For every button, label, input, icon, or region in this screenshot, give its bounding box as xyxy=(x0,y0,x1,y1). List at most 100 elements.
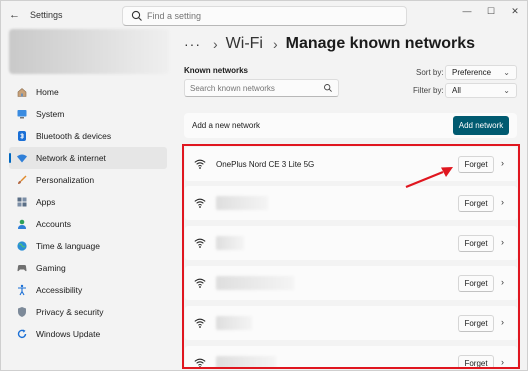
sidebar-item-label: Personalization xyxy=(36,175,95,185)
update-icon xyxy=(16,328,28,340)
sidebar-item-label: Home xyxy=(36,87,59,97)
app-title: Settings xyxy=(30,10,63,20)
sidebar-item-label: Network & internet xyxy=(36,153,106,163)
redacted-network-name xyxy=(216,316,252,330)
breadcrumb-wifi-link[interactable]: Wi-Fi xyxy=(226,35,263,53)
filter-by-dropdown[interactable]: All ⌄ xyxy=(445,83,517,98)
minimize-button[interactable]: — xyxy=(457,4,477,18)
chevron-right-icon: › xyxy=(213,36,218,52)
chevron-right-icon: › xyxy=(272,36,278,52)
search-icon xyxy=(131,10,142,21)
chevron-down-icon: ⌄ xyxy=(503,68,510,77)
breadcrumb: ··· › Wi-Fi › Manage known networks xyxy=(184,33,475,55)
redacted-network-name xyxy=(216,196,268,210)
sidebar-item-label: Gaming xyxy=(36,263,66,273)
forget-button[interactable]: Forget xyxy=(458,275,494,292)
network-row[interactable]: Forget › xyxy=(185,186,517,220)
sidebar-item-label: Privacy & security xyxy=(36,307,104,317)
add-network-button[interactable]: Add network xyxy=(453,116,509,135)
wifi-icon xyxy=(194,358,206,367)
sidebar-item-bluetooth[interactable]: Bluetooth & devices xyxy=(9,125,167,147)
sidebar-item-accessibility[interactable]: Accessibility xyxy=(9,279,167,301)
sidebar-item-home[interactable]: Home xyxy=(9,81,167,103)
known-networks-search-input[interactable] xyxy=(190,82,320,95)
add-network-label: Add a new network xyxy=(192,121,261,130)
gamepad-icon xyxy=(16,262,28,274)
known-networks-list: OnePlus Nord CE 3 Lite 5G Forget › Forge… xyxy=(182,144,520,369)
sort-by-dropdown[interactable]: Preference ⌄ xyxy=(445,65,517,80)
redacted-network-name xyxy=(216,356,276,367)
chevron-right-icon[interactable]: › xyxy=(501,357,504,367)
network-row[interactable]: Forget › xyxy=(185,226,517,260)
filter-by-value: All xyxy=(452,86,461,95)
system-icon xyxy=(16,108,28,120)
bluetooth-icon xyxy=(16,130,28,142)
page-title: Manage known networks xyxy=(285,35,476,52)
settings-search-input[interactable] xyxy=(147,9,397,23)
sidebar-item-label: System xyxy=(36,109,65,119)
network-name: OnePlus Nord CE 3 Lite 5G xyxy=(216,160,315,169)
brush-icon xyxy=(16,174,28,186)
shield-icon xyxy=(16,306,28,318)
sidebar-item-label: Time & language xyxy=(36,241,100,251)
accessibility-icon xyxy=(16,284,28,296)
forget-button[interactable]: Forget xyxy=(458,195,494,212)
active-indicator xyxy=(9,153,11,163)
sidebar-item-label: Bluetooth & devices xyxy=(36,131,112,141)
known-networks-heading: Known networks xyxy=(184,66,249,75)
known-networks-search-box[interactable] xyxy=(184,79,339,97)
user-profile-card[interactable] xyxy=(9,29,169,74)
sidebar-item-personalization[interactable]: Personalization xyxy=(9,169,167,191)
sidebar-nav: Home System Bluetooth & devices Network … xyxy=(9,81,167,345)
sidebar-item-network[interactable]: Network & internet xyxy=(9,147,167,169)
redacted-network-name xyxy=(216,276,294,290)
maximize-button[interactable]: ☐ xyxy=(481,4,501,18)
chevron-right-icon[interactable]: › xyxy=(501,317,504,327)
network-row[interactable]: OnePlus Nord CE 3 Lite 5G Forget › xyxy=(185,147,517,181)
settings-search-box[interactable] xyxy=(122,6,407,26)
sidebar-item-label: Accounts xyxy=(36,219,71,229)
sort-by-value: Preference xyxy=(452,68,492,77)
search-icon xyxy=(324,84,332,92)
redacted-network-name xyxy=(216,236,244,250)
breadcrumb-more-button[interactable]: ··· xyxy=(184,36,201,52)
back-arrow-icon[interactable]: ← xyxy=(9,9,20,21)
sort-by-label: Sort by: xyxy=(416,68,444,77)
sidebar-item-gaming[interactable]: Gaming xyxy=(9,257,167,279)
chevron-right-icon[interactable]: › xyxy=(501,237,504,247)
forget-button[interactable]: Forget xyxy=(458,315,494,332)
sidebar-item-privacy-security[interactable]: Privacy & security xyxy=(9,301,167,323)
sidebar-item-windows-update[interactable]: Windows Update xyxy=(9,323,167,345)
chevron-right-icon[interactable]: › xyxy=(501,197,504,207)
close-button[interactable]: ✕ xyxy=(505,4,525,18)
network-row[interactable]: Forget › xyxy=(185,346,517,367)
globe-icon xyxy=(16,240,28,252)
apps-icon xyxy=(16,196,28,208)
sidebar-item-label: Apps xyxy=(36,197,56,207)
network-icon xyxy=(16,152,28,164)
chevron-right-icon[interactable]: › xyxy=(501,158,504,168)
sidebar-item-system[interactable]: System xyxy=(9,103,167,125)
filter-by-label: Filter by: xyxy=(413,86,444,95)
title-bar: ← Settings — ☐ ✕ xyxy=(1,1,528,31)
network-row[interactable]: Forget › xyxy=(185,266,517,300)
chevron-right-icon[interactable]: › xyxy=(501,277,504,287)
wifi-icon xyxy=(194,278,206,288)
forget-button[interactable]: Forget xyxy=(458,156,494,173)
wifi-icon xyxy=(194,318,206,328)
wifi-icon xyxy=(194,159,206,169)
wifi-icon xyxy=(194,238,206,248)
sidebar-item-accounts[interactable]: Accounts xyxy=(9,213,167,235)
sidebar-item-time-language[interactable]: Time & language xyxy=(9,235,167,257)
chevron-down-icon: ⌄ xyxy=(503,86,510,95)
settings-window: ← Settings — ☐ ✕ Home System Bluetooth &… xyxy=(0,0,528,371)
home-icon xyxy=(16,86,28,98)
wifi-icon xyxy=(194,198,206,208)
sidebar-item-apps[interactable]: Apps xyxy=(9,191,167,213)
add-network-row: Add a new network Add network xyxy=(184,113,517,138)
forget-button[interactable]: Forget xyxy=(458,235,494,252)
sidebar-item-label: Accessibility xyxy=(36,285,83,295)
forget-button[interactable]: Forget xyxy=(458,355,494,367)
account-icon xyxy=(16,218,28,230)
network-row[interactable]: Forget › xyxy=(185,306,517,340)
